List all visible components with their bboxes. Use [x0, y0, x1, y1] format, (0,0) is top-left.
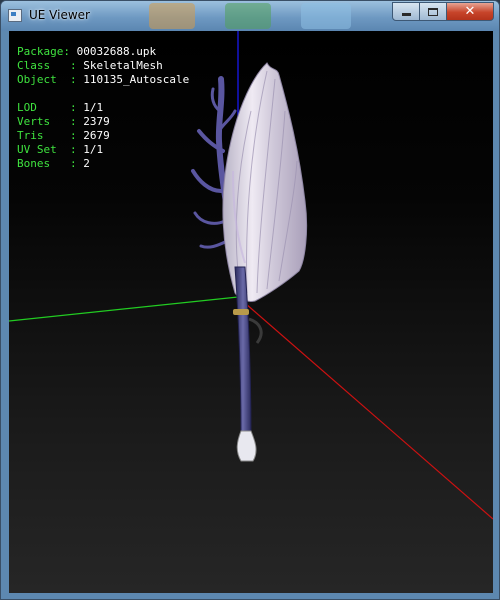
- maximize-button[interactable]: [420, 2, 447, 21]
- info-package-label: Package:: [17, 45, 77, 58]
- info-tris-value: 2679: [83, 129, 110, 142]
- app-window: UE Viewer ✕ Package: 00032688.upk Class …: [0, 0, 500, 600]
- y-axis: [9, 296, 239, 322]
- 3d-viewport[interactable]: Package: 00032688.upk Class : SkeletalMe…: [9, 31, 493, 593]
- fan-blade: [222, 62, 308, 302]
- window-title: UE Viewer: [29, 8, 90, 22]
- info-bones-value: 2: [83, 157, 90, 170]
- info-package: Package: 00032688.upk: [17, 45, 189, 59]
- info-lod-label: LOD :: [17, 101, 84, 114]
- minimize-icon: [401, 13, 411, 16]
- close-icon: ✕: [464, 4, 476, 19]
- info-object: Object : 110135_Autoscale: [17, 73, 189, 87]
- mesh-info-panel: Package: 00032688.upk Class : SkeletalMe…: [17, 45, 189, 171]
- info-bones-label: Bones :: [17, 157, 84, 170]
- info-verts-label: Verts :: [17, 115, 84, 128]
- info-class-value: SkeletalMesh: [83, 59, 163, 72]
- info-object-label: Object :: [17, 73, 84, 86]
- minimize-button[interactable]: [392, 2, 420, 21]
- info-class-label: Class :: [17, 59, 84, 72]
- info-uvset: UV Set : 1/1: [17, 143, 189, 157]
- info-uvset-value: 1/1: [83, 143, 104, 156]
- info-verts: Verts : 2379: [17, 115, 189, 129]
- info-bones: Bones : 2: [17, 157, 189, 171]
- x-axis: [237, 296, 493, 520]
- info-verts-value: 2379: [83, 115, 110, 128]
- app-icon: [8, 9, 22, 22]
- info-tris-label: Tris :: [17, 129, 84, 142]
- maximize-icon: [428, 7, 438, 16]
- info-lod: LOD : 1/1: [17, 101, 189, 115]
- info-class: Class : SkeletalMesh: [17, 59, 189, 73]
- title-bar[interactable]: UE Viewer ✕: [1, 1, 499, 31]
- info-uvset-label: UV Set :: [17, 143, 84, 156]
- close-button[interactable]: ✕: [447, 2, 494, 21]
- info-lod-value: 1/1: [83, 101, 104, 114]
- info-tris: Tris : 2679: [17, 129, 189, 143]
- info-object-value: 110135_Autoscale: [83, 73, 190, 86]
- info-package-value: 00032688.upk: [76, 45, 157, 58]
